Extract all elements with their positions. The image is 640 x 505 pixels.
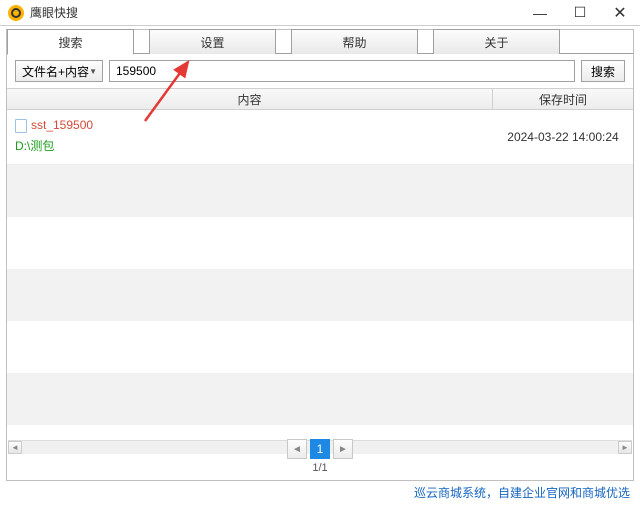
col-content[interactable]: 内容 [7, 89, 493, 109]
file-name: sst_159500 [31, 116, 93, 135]
tab-bar: 搜索 设置 帮助 关于 [7, 29, 633, 54]
tab-help[interactable]: 帮助 [291, 29, 418, 54]
pager: ◄ 1 ► 1/1 [7, 439, 633, 475]
page-current[interactable]: 1 [310, 439, 330, 459]
col-time[interactable]: 保存时间 [493, 89, 633, 109]
empty-row [7, 373, 633, 425]
empty-row [7, 217, 633, 269]
table-header: 内容 保存时间 [7, 88, 633, 110]
tab-about[interactable]: 关于 [433, 29, 560, 54]
page-info: 1/1 [7, 462, 633, 474]
empty-row [7, 165, 633, 217]
search-row: 文件名+内容 ▼ 搜索 [7, 54, 633, 88]
file-icon [15, 119, 27, 133]
chevron-down-icon: ▼ [89, 67, 97, 76]
file-line: sst_159500 [15, 116, 485, 135]
file-path: D:\测包 [15, 137, 485, 156]
scope-label: 文件名+内容 [22, 63, 89, 80]
footer-link[interactable]: 巡云商城系统，自建企业官网和商城优选 [414, 484, 630, 501]
title-bar: 鹰眼快搜 — ☐ ✕ [0, 0, 640, 26]
cell-content: sst_159500 D:\测包 [7, 110, 493, 164]
page-next-button[interactable]: ► [333, 439, 353, 459]
scope-dropdown[interactable]: 文件名+内容 ▼ [15, 60, 103, 82]
app-icon [8, 5, 24, 21]
results-table[interactable]: sst_159500 D:\测包 2024-03-22 14:00:24 [7, 110, 633, 450]
close-button[interactable]: ✕ [600, 0, 640, 26]
cell-time: 2024-03-22 14:00:24 [493, 110, 633, 164]
empty-row [7, 269, 633, 321]
minimize-button[interactable]: — [520, 0, 560, 26]
maximize-button[interactable]: ☐ [560, 0, 600, 26]
search-input[interactable] [109, 60, 575, 82]
window-title: 鹰眼快搜 [30, 4, 520, 21]
empty-row [7, 321, 633, 373]
table-row[interactable]: sst_159500 D:\测包 2024-03-22 14:00:24 [7, 110, 633, 165]
tab-settings[interactable]: 设置 [149, 29, 276, 54]
search-button[interactable]: 搜索 [581, 60, 625, 82]
page-prev-button[interactable]: ◄ [287, 439, 307, 459]
tab-search[interactable]: 搜索 [7, 29, 134, 55]
main-panel: 搜索 设置 帮助 关于 文件名+内容 ▼ 搜索 内容 保存时间 sst_1595… [6, 29, 634, 481]
